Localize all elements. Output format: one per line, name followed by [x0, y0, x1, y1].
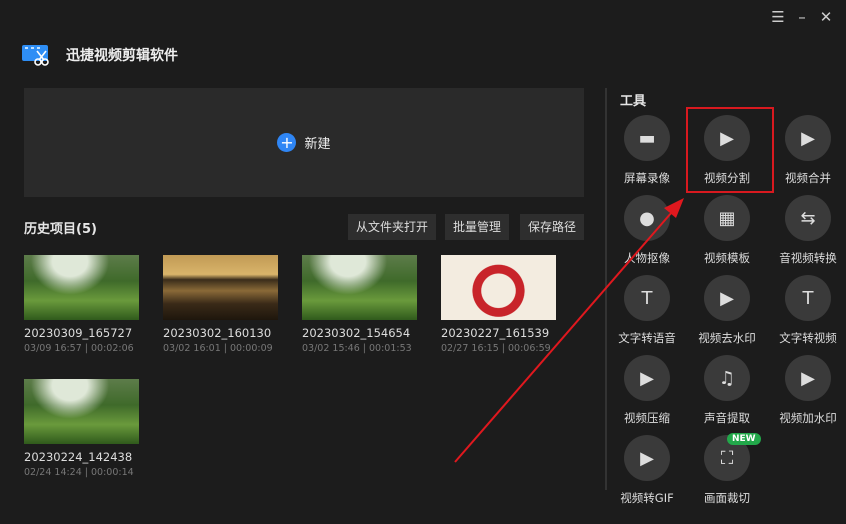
highlight-box	[686, 107, 774, 193]
history-item[interactable]: 20230302_160130 03/02 16:01 | 00:00:09	[163, 255, 278, 354]
history-item[interactable]: 20230302_154654 03/02 15:46 | 00:01:53	[302, 255, 417, 354]
video-merge-icon: ▶	[801, 127, 815, 149]
history-item[interactable]: 20230309_165727 03/09 16:57 | 00:02:06	[24, 255, 139, 354]
project-meta: 02/27 16:15 | 00:06:59	[441, 343, 551, 354]
project-name: 20230224_142438	[24, 450, 133, 464]
save-path-button[interactable]: 保存路径	[520, 214, 585, 240]
av-convert-icon: ⇆	[800, 207, 816, 229]
tool-remove-watermark[interactable]: ▶ 视频去水印	[687, 275, 767, 346]
tool-label: 文字转语音	[618, 331, 676, 345]
tool-add-watermark[interactable]: ▶ 视频加水印	[768, 355, 846, 426]
tool-text-to-video[interactable]: T 文字转视频	[768, 275, 846, 346]
tool-video-merge[interactable]: ▶ 视频合并	[768, 115, 846, 186]
audio-extract-icon: ♫	[718, 367, 736, 389]
tool-screen-record[interactable]: ▬ 屏幕录像	[607, 115, 687, 186]
close-icon[interactable]: ✕	[818, 8, 834, 26]
tools-title: 工具	[620, 94, 647, 109]
thumbnail[interactable]	[163, 255, 278, 320]
tool-av-convert[interactable]: ⇆ 音视频转换	[768, 195, 846, 266]
project-name: 20230227_161539	[441, 326, 550, 340]
project-meta: 03/02 16:01 | 00:00:09	[163, 343, 273, 354]
thumbnail[interactable]	[24, 255, 139, 320]
batch-manage-button[interactable]: 批量管理	[445, 214, 510, 240]
tool-portrait-cutout[interactable]: ● 人物抠像	[607, 195, 687, 266]
tool-video-compress[interactable]: ▶ 视频压缩	[607, 355, 687, 426]
tool-audio-extract[interactable]: ♫ 声音提取	[687, 355, 767, 426]
open-folder-button[interactable]: 从文件夹打开	[348, 214, 437, 240]
video-template-icon: ▦	[718, 207, 736, 229]
portrait-cutout-icon: ●	[639, 207, 655, 229]
tool-label: 视频压缩	[624, 411, 670, 425]
tool-label: 视频去水印	[698, 331, 756, 345]
history-item[interactable]: 20230227_161539 02/27 16:15 | 00:06:59	[441, 255, 556, 354]
tool-text-to-speech[interactable]: T 文字转语音	[607, 275, 687, 346]
new-project-label: 新建	[304, 137, 331, 152]
project-meta: 03/02 15:46 | 00:01:53	[302, 343, 412, 354]
thumbnail[interactable]	[302, 255, 417, 320]
tool-video-to-gif[interactable]: ▶ 视频转GIF	[607, 435, 687, 506]
tool-label: 屏幕录像	[624, 171, 670, 185]
thumbnail[interactable]	[441, 255, 556, 320]
video-to-gif-icon: ▶	[640, 447, 654, 469]
text-to-video-icon: T	[802, 287, 814, 309]
app-logo-icon	[22, 45, 49, 66]
new-badge: NEW	[727, 433, 761, 445]
app-title: 迅捷视频剪辑软件	[66, 48, 178, 64]
video-compress-icon: ▶	[640, 367, 654, 389]
tool-label: 视频转GIF	[620, 491, 674, 505]
tool-label: 视频模板	[704, 251, 750, 265]
tool-label: 文字转视频	[779, 331, 837, 345]
project-meta: 03/09 16:57 | 00:02:06	[24, 343, 134, 354]
tool-video-template[interactable]: ▦ 视频模板	[687, 195, 767, 266]
add-watermark-icon: ▶	[801, 367, 815, 389]
project-name: 20230309_165727	[24, 326, 133, 340]
tool-label: 声音提取	[704, 411, 750, 425]
tool-label: 音视频转换	[779, 251, 837, 265]
remove-watermark-icon: ▶	[720, 287, 734, 309]
project-name: 20230302_154654	[302, 326, 411, 340]
project-name: 20230302_160130	[163, 326, 272, 340]
minimize-icon[interactable]: –	[794, 8, 810, 26]
tool-label: 人物抠像	[624, 251, 670, 265]
text-to-speech-icon: T	[641, 287, 653, 309]
crop-icon: ⛶	[720, 447, 734, 469]
menu-icon[interactable]: ☰	[770, 8, 786, 26]
new-project-button[interactable]: + 新建	[24, 88, 584, 197]
tool-label: 视频合并	[785, 171, 831, 185]
plus-icon: +	[277, 133, 297, 152]
tool-label: 视频加水印	[779, 411, 837, 425]
tool-label: 画面裁切	[704, 491, 750, 505]
screen-record-icon: ▬	[638, 127, 656, 149]
tool-crop[interactable]: ⛶ 画面裁切	[687, 435, 767, 506]
history-title: 历史项目(5)	[24, 222, 97, 237]
project-meta: 02/24 14:24 | 00:00:14	[24, 467, 134, 478]
history-item[interactable]: 20230224_142438 02/24 14:24 | 00:00:14	[24, 379, 139, 478]
thumbnail[interactable]	[24, 379, 139, 444]
